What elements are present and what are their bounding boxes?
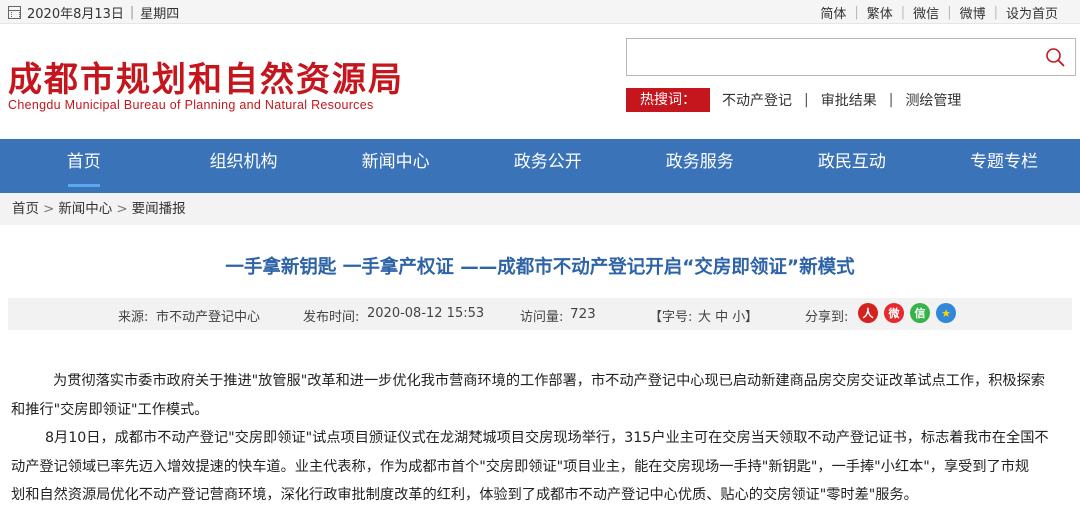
- hot-item-real-estate-registration[interactable]: 不动产登记: [710, 90, 804, 110]
- hot-search-bar: 热搜词： 不动产登记 | 审批结果 | 测绘管理: [626, 88, 973, 112]
- search-icon[interactable]: [1045, 47, 1065, 67]
- hot-item-surveying[interactable]: 测绘管理: [893, 90, 973, 110]
- share-wechat-icon[interactable]: 信: [910, 303, 930, 323]
- link-simplified[interactable]: 简体: [812, 3, 854, 22]
- article-body: 为贯彻落实市委市政府关于推进"放管服"改革和进一步优化我市营商环境的工作部署，市…: [11, 367, 1063, 510]
- publish-time-label: 发布时间:: [303, 310, 360, 325]
- link-set-homepage[interactable]: 设为首页: [998, 3, 1066, 22]
- share-weibo-icon[interactable]: 微: [884, 303, 904, 323]
- date-text: 2020年8月13日: [27, 7, 124, 22]
- share-qzone-icon[interactable]: ★: [936, 303, 956, 323]
- share-people-icon[interactable]: 人: [858, 303, 878, 323]
- paragraph-1-line-1: 为贯彻落实市委市政府关于推进"放管服"改革和进一步优化我市营商环境的工作部署，市…: [53, 373, 1045, 389]
- search-input[interactable]: [627, 39, 1027, 75]
- breadcrumb-home[interactable]: 首页: [12, 201, 39, 217]
- link-wechat[interactable]: 微信: [905, 3, 947, 22]
- share-label: 分享到:: [805, 310, 849, 325]
- font-size-label: 【字号:: [649, 310, 693, 325]
- source-label: 来源:: [118, 310, 149, 325]
- date-display: 2020年8月13日 | 星期四: [8, 3, 179, 22]
- breadcrumb-headlines[interactable]: 要闻播报: [132, 201, 186, 217]
- nav-home[interactable]: 首页: [0, 139, 168, 193]
- hot-item-approval-results[interactable]: 审批结果: [809, 90, 889, 110]
- breadcrumb-news-center[interactable]: 新闻中心: [58, 201, 112, 217]
- nav-public-interaction[interactable]: 政民互动: [776, 139, 928, 193]
- paragraph-2-line-3: 划和自然资源局优化不动产登记营商环境，深化行政审批制度改革的红利，体验到了成都市…: [11, 487, 918, 503]
- link-weibo[interactable]: 微博: [952, 3, 994, 22]
- search-box: [626, 38, 1076, 76]
- article-panel: 一手拿新钥匙 一手拿产权证 ——成都市不动产登记开启“交房即领证”新模式 来源:…: [8, 229, 1072, 527]
- nav-news-center[interactable]: 新闻中心: [320, 139, 472, 193]
- visits-label: 访问量:: [520, 310, 564, 325]
- link-traditional[interactable]: 繁体: [859, 3, 901, 22]
- nav-government-services[interactable]: 政务服务: [624, 139, 776, 193]
- article-meta-bar: 来源: 市不动产登记中心 发布时间: 2020-08-12 15:53 访问量:…: [8, 298, 1072, 330]
- site-header: 成都市规划和自然资源局 Chengdu Municipal Bureau of …: [0, 24, 1080, 139]
- visits-count: 723: [570, 306, 596, 322]
- top-strip: 2020年8月13日 | 星期四 简体 | 繁体 | 微信 | 微博 | 设为首页: [0, 0, 1080, 24]
- top-links: 简体 | 繁体 | 微信 | 微博 | 设为首页: [812, 3, 1066, 22]
- publish-time-value: 2020-08-12 15:53: [367, 306, 485, 321]
- nav-special-topics[interactable]: 专题专栏: [928, 139, 1080, 193]
- breadcrumb: 首页 > 新闻中心 > 要闻播报: [0, 193, 1080, 225]
- weekday-text: 星期四: [140, 7, 180, 22]
- calendar-icon: [8, 6, 21, 19]
- article-title: 一手拿新钥匙 一手拿产权证 ——成都市不动产登记开启“交房即领证”新模式: [225, 257, 855, 278]
- main-nav: 首页 组织机构 新闻中心 政务公开 政务服务 政民互动 专题专栏: [0, 139, 1080, 193]
- font-size-close: 】: [745, 310, 759, 325]
- nav-organization[interactable]: 组织机构: [168, 139, 320, 193]
- source-value: 市不动产登记中心: [156, 310, 261, 325]
- paragraph-2-line-1: 8月10日，成都市不动产登记"交房即领证"试点项目颁证仪式在龙湖梵城项目交房现场…: [45, 430, 1049, 446]
- hot-search-label: 热搜词：: [626, 88, 710, 112]
- paragraph-2-line-2: 动产登记领域已率先迈入增效提速的快车道。业主代表称，作为成都市首个"交房即领证"…: [11, 458, 1030, 475]
- date-separator: |: [129, 5, 135, 20]
- share-icons: 人 微 信 ★: [858, 303, 956, 323]
- font-size-options[interactable]: 大 中 小: [698, 306, 745, 325]
- nav-government-affairs[interactable]: 政务公开: [472, 139, 624, 193]
- paragraph-1-line-2: 和推行"交房即领证"工作模式。: [11, 401, 209, 418]
- site-logo-subtitle: Chengdu Municipal Bureau of Planning and…: [8, 98, 374, 112]
- site-logo-title[interactable]: 成都市规划和自然资源局: [8, 52, 404, 101]
